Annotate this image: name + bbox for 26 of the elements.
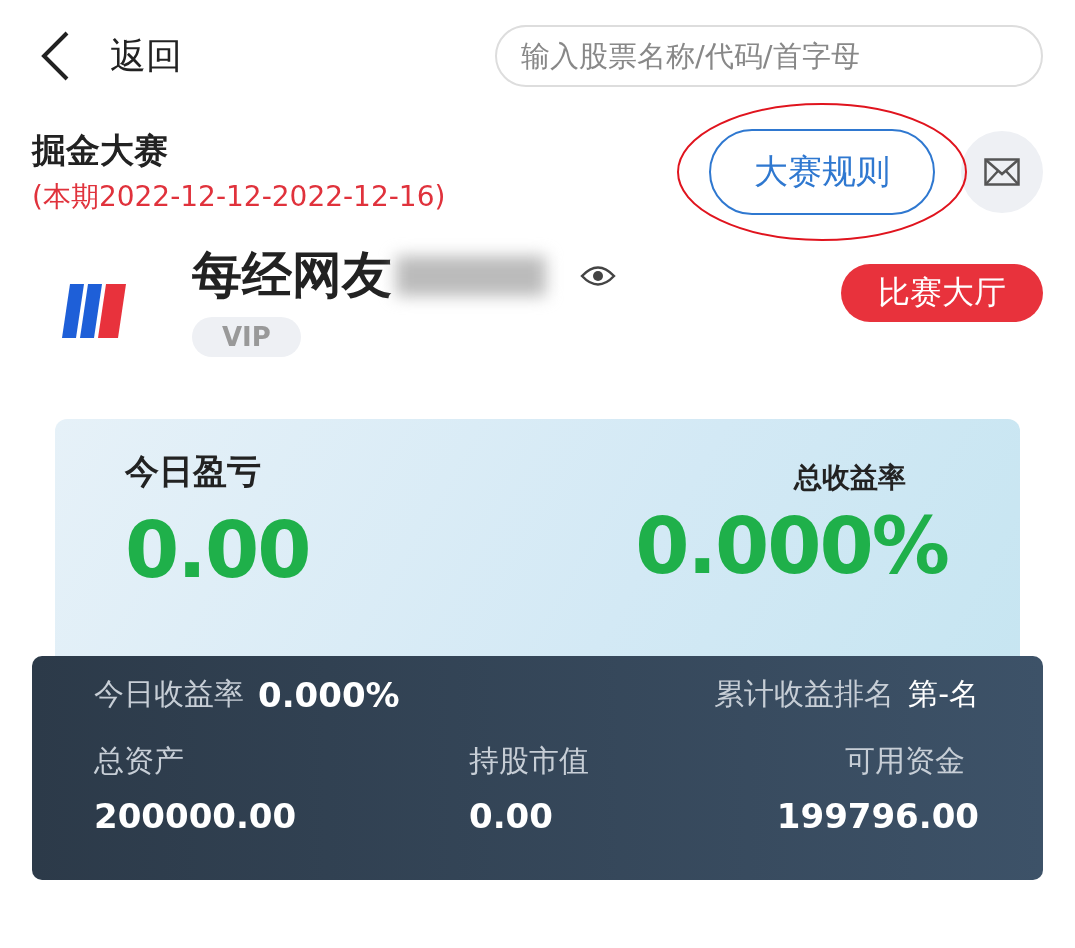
search-field[interactable]: 输入股票名称/代码/首字母 xyxy=(495,25,1043,87)
back-link[interactable]: 返回 xyxy=(110,31,182,81)
today-pl-value: 0.00 xyxy=(125,505,310,595)
stat-value: 199796.00 xyxy=(776,796,979,836)
user-name: 每经网友 xyxy=(192,245,392,306)
app-logo xyxy=(62,282,126,340)
stat-label: 可用资金 xyxy=(845,742,965,780)
total-return-value: 0.000% xyxy=(635,501,948,591)
back-icon[interactable] xyxy=(40,30,70,82)
stat-label: 今日收益率 xyxy=(94,675,244,713)
rank-value: 第-名 xyxy=(908,675,979,713)
stat-value: 0.000% xyxy=(258,674,400,715)
eye-icon[interactable] xyxy=(580,264,616,287)
rules-button[interactable]: 大赛规则 xyxy=(709,129,935,215)
stat-value: 0.00 xyxy=(469,796,554,836)
stat-label: 持股市值 xyxy=(469,742,590,780)
mail-icon xyxy=(984,158,1020,186)
vip-badge: VIP xyxy=(192,317,301,357)
stat-value: 200000.00 xyxy=(94,796,298,836)
stat-label: 总资产 xyxy=(94,742,185,780)
today-pl-label: 今日盈亏 xyxy=(125,450,262,493)
stat-label: 累计收益排名 xyxy=(714,675,895,713)
hall-button[interactable]: 比赛大厅 xyxy=(841,264,1043,322)
total-return-label: 总收益率 xyxy=(794,460,906,496)
contest-period: (本期2022-12-12-2022-12-16) xyxy=(32,179,447,215)
contest-title: 掘金大赛 xyxy=(32,129,169,172)
